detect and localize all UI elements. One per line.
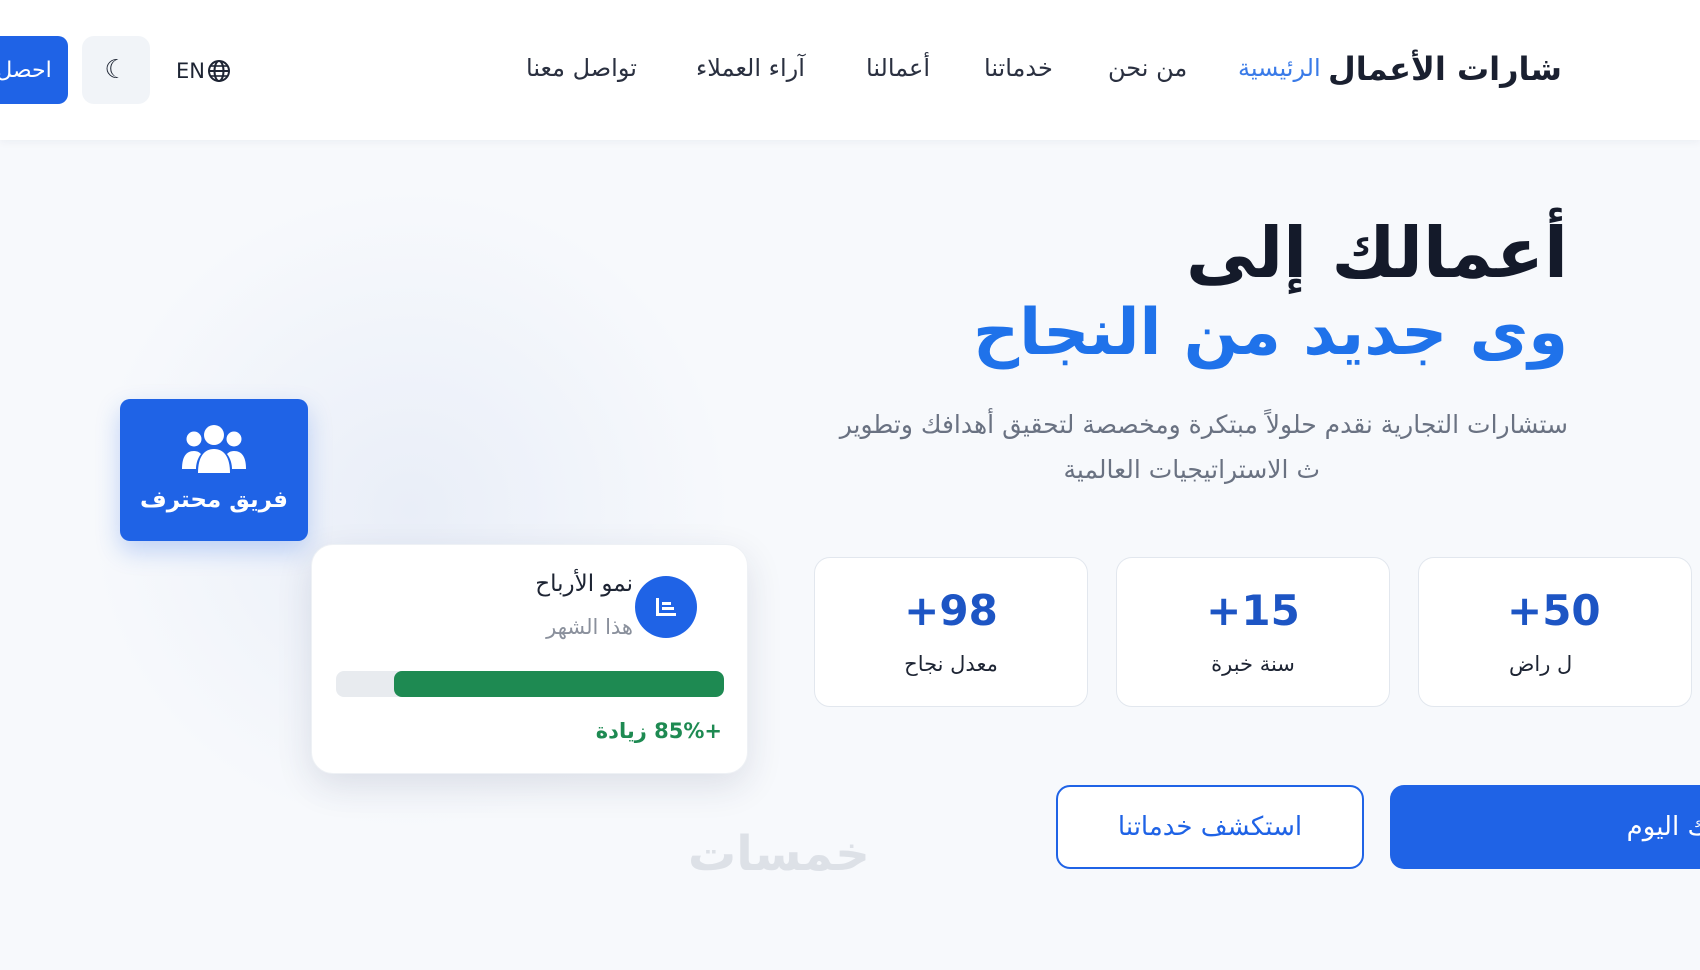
users-icon <box>182 425 246 473</box>
hero-description-line1: ستشارات التجارية نقدم حلولاً مبتكرة ومخص… <box>839 410 1568 439</box>
site-header: احصل ☾ EN تواصل معنا آراء العملاء أعمالن… <box>0 0 1700 140</box>
nav-about[interactable]: من نحن <box>1108 54 1187 82</box>
bar-chart-icon <box>656 598 676 616</box>
header-cta-button[interactable]: احصل <box>0 36 68 104</box>
chart-icon-circle <box>635 576 697 638</box>
hero-title-line2: وى جديد من النجاح <box>973 296 1568 370</box>
nav-home[interactable]: الرئيسية <box>1238 54 1321 82</box>
watermark-logo: خمسات <box>688 826 870 882</box>
profit-progress-fill <box>394 671 724 697</box>
nav-portfolio[interactable]: أعمالنا <box>866 54 930 82</box>
hero-description-line2: ث الاستراتيجيات العالمية <box>1063 455 1320 484</box>
profit-growth-card: نمو الأرباح هذا الشهر +85% زيادة <box>311 544 748 774</box>
globe-icon <box>207 60 230 82</box>
profit-progress-track <box>336 671 724 697</box>
language-label: EN <box>176 59 205 83</box>
nav-services[interactable]: خدماتنا <box>984 54 1053 82</box>
explore-services-button[interactable]: استكشف خدماتنا <box>1056 785 1364 869</box>
stat-label: سنة خبرة <box>1211 652 1295 676</box>
nav-testimonials[interactable]: آراء العملاء <box>696 54 805 82</box>
stat-label: ل راض <box>1509 652 1573 676</box>
team-badge-card: فريق محترف <box>120 399 308 541</box>
stat-value: +50 <box>1507 586 1601 635</box>
brand-logo[interactable]: شارات الأعمال <box>1328 50 1562 88</box>
start-project-button[interactable]: روعك اليوم <box>1390 785 1700 869</box>
stat-card-clients: +50 ل راض <box>1418 557 1692 707</box>
team-badge-label: فريق محترف <box>140 487 288 513</box>
hero-title-line1: أعمالك إلى <box>1186 212 1568 294</box>
stat-value: +98 <box>904 586 998 635</box>
stat-value: +15 <box>1206 586 1300 635</box>
stat-card-success: +98 معدل نجاح <box>814 557 1088 707</box>
nav-contact[interactable]: تواصل معنا <box>526 54 637 82</box>
profit-increase-text: +85% زيادة <box>595 719 722 743</box>
stat-label: معدل نجاح <box>904 652 998 676</box>
profit-card-title: نمو الأرباح <box>535 571 633 597</box>
theme-toggle-button[interactable]: ☾ <box>82 36 150 104</box>
profit-card-subtitle: هذا الشهر <box>546 615 633 639</box>
moon-icon: ☾ <box>104 55 128 85</box>
language-switcher[interactable]: EN <box>176 56 231 86</box>
stat-card-experience: +15 سنة خبرة <box>1116 557 1390 707</box>
